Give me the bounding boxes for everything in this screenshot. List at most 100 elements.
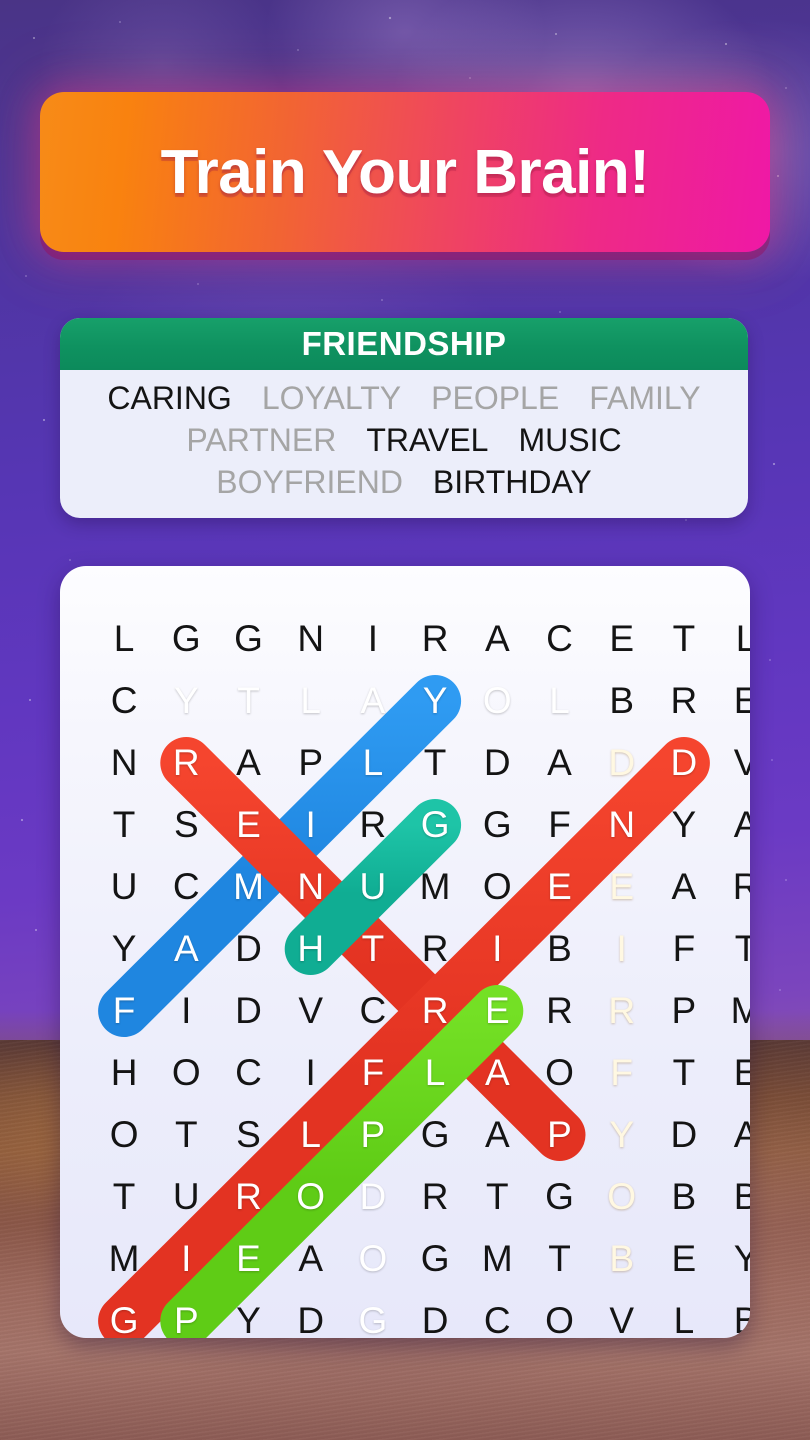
grid-cell-r5c7[interactable]: O <box>466 856 528 918</box>
grid-cell-r6c9[interactable]: I <box>591 918 653 980</box>
grid-cell-r9c1[interactable]: O <box>93 1104 155 1166</box>
grid-cell-r5c9[interactable]: E <box>591 856 653 918</box>
grid-cell-r4c1[interactable]: T <box>93 794 155 856</box>
grid-cell-r1c4[interactable]: N <box>280 608 342 670</box>
grid-cell-r5c2[interactable]: C <box>155 856 217 918</box>
grid-cell-r2c8[interactable]: L <box>529 670 591 732</box>
grid-cell-r9c10[interactable]: D <box>653 1104 715 1166</box>
grid-cell-r4c10[interactable]: Y <box>653 794 715 856</box>
grid-cell-r5c3[interactable]: M <box>218 856 280 918</box>
grid-cell-r7c2[interactable]: I <box>155 980 217 1042</box>
grid-cell-r7c6[interactable]: R <box>404 980 466 1042</box>
grid-cell-r6c3[interactable]: D <box>218 918 280 980</box>
grid-cell-r7c3[interactable]: D <box>218 980 280 1042</box>
grid-cell-r1c3[interactable]: G <box>218 608 280 670</box>
grid-cell-r6c5[interactable]: T <box>342 918 404 980</box>
grid-cell-r9c11[interactable]: A <box>715 1104 750 1166</box>
grid-cell-r2c6[interactable]: Y <box>404 670 466 732</box>
grid-cell-r11c10[interactable]: E <box>653 1228 715 1290</box>
grid-cell-r8c5[interactable]: F <box>342 1042 404 1104</box>
grid-cell-r9c7[interactable]: A <box>466 1104 528 1166</box>
grid-cell-r12c10[interactable]: L <box>653 1290 715 1338</box>
grid-cell-r11c9[interactable]: B <box>591 1228 653 1290</box>
grid-cell-r6c2[interactable]: A <box>155 918 217 980</box>
grid-cell-r4c9[interactable]: N <box>591 794 653 856</box>
grid-cell-r12c4[interactable]: D <box>280 1290 342 1338</box>
grid-cell-r10c4[interactable]: O <box>280 1166 342 1228</box>
grid-cell-r9c6[interactable]: G <box>404 1104 466 1166</box>
word-search-grid-card[interactable]: LGGNIRACETLCYTLAYOLBRENRAPLTDADDVTSEIRGG… <box>60 566 750 1338</box>
grid-cell-r7c5[interactable]: C <box>342 980 404 1042</box>
grid-cell-r8c1[interactable]: H <box>93 1042 155 1104</box>
grid-cell-r3c6[interactable]: T <box>404 732 466 794</box>
grid-cell-r11c1[interactable]: M <box>93 1228 155 1290</box>
grid-cell-r10c6[interactable]: R <box>404 1166 466 1228</box>
grid-cell-r9c8[interactable]: P <box>529 1104 591 1166</box>
grid-cell-r10c3[interactable]: R <box>218 1166 280 1228</box>
grid-cell-r6c10[interactable]: F <box>653 918 715 980</box>
grid-cell-r10c11[interactable]: B <box>715 1166 750 1228</box>
grid-cell-r8c3[interactable]: C <box>218 1042 280 1104</box>
grid-cell-r7c9[interactable]: R <box>591 980 653 1042</box>
grid-cell-r11c4[interactable]: A <box>280 1228 342 1290</box>
grid-cell-r4c3[interactable]: E <box>218 794 280 856</box>
grid-cell-r6c7[interactable]: I <box>466 918 528 980</box>
grid-cell-r8c9[interactable]: F <box>591 1042 653 1104</box>
grid-cell-r3c3[interactable]: A <box>218 732 280 794</box>
grid-cell-r8c7[interactable]: A <box>466 1042 528 1104</box>
grid-cell-r4c11[interactable]: A <box>715 794 750 856</box>
grid-cell-r11c11[interactable]: Y <box>715 1228 750 1290</box>
grid-cell-r2c11[interactable]: E <box>715 670 750 732</box>
grid-cell-r3c10[interactable]: D <box>653 732 715 794</box>
grid-cell-r5c4[interactable]: N <box>280 856 342 918</box>
grid-cell-r3c9[interactable]: D <box>591 732 653 794</box>
grid-cell-r5c10[interactable]: A <box>653 856 715 918</box>
grid-cell-r10c1[interactable]: T <box>93 1166 155 1228</box>
grid-cell-r1c11[interactable]: L <box>715 608 750 670</box>
grid-cell-r4c4[interactable]: I <box>280 794 342 856</box>
grid-cell-r8c2[interactable]: O <box>155 1042 217 1104</box>
grid-cell-r4c5[interactable]: R <box>342 794 404 856</box>
grid-cell-r2c1[interactable]: C <box>93 670 155 732</box>
grid-cell-r6c11[interactable]: T <box>715 918 750 980</box>
grid-cell-r3c8[interactable]: A <box>529 732 591 794</box>
grid-cell-r11c6[interactable]: G <box>404 1228 466 1290</box>
grid-cell-r2c4[interactable]: L <box>280 670 342 732</box>
grid-cell-r8c11[interactable]: E <box>715 1042 750 1104</box>
grid-cell-r12c1[interactable]: G <box>93 1290 155 1338</box>
grid-cell-r9c2[interactable]: T <box>155 1104 217 1166</box>
grid-cell-r9c9[interactable]: Y <box>591 1104 653 1166</box>
grid-cell-r11c3[interactable]: E <box>218 1228 280 1290</box>
grid-cell-r9c3[interactable]: S <box>218 1104 280 1166</box>
grid-cell-r11c7[interactable]: M <box>466 1228 528 1290</box>
grid-cell-r2c7[interactable]: O <box>466 670 528 732</box>
grid-cell-r2c5[interactable]: A <box>342 670 404 732</box>
grid-cell-r6c6[interactable]: R <box>404 918 466 980</box>
grid-cell-r11c8[interactable]: T <box>529 1228 591 1290</box>
grid-cell-r7c1[interactable]: F <box>93 980 155 1042</box>
grid-cell-r12c8[interactable]: O <box>529 1290 591 1338</box>
grid-cell-r9c4[interactable]: L <box>280 1104 342 1166</box>
grid-cell-r8c8[interactable]: O <box>529 1042 591 1104</box>
grid-cell-r12c2[interactable]: P <box>155 1290 217 1338</box>
grid-cell-r1c9[interactable]: E <box>591 608 653 670</box>
grid-cell-r2c9[interactable]: B <box>591 670 653 732</box>
grid-cell-r7c10[interactable]: P <box>653 980 715 1042</box>
grid-cell-r7c11[interactable]: M <box>715 980 750 1042</box>
grid-cell-r10c7[interactable]: T <box>466 1166 528 1228</box>
grid-cell-r11c2[interactable]: I <box>155 1228 217 1290</box>
grid-cell-r12c3[interactable]: Y <box>218 1290 280 1338</box>
grid-cell-r1c6[interactable]: R <box>404 608 466 670</box>
grid-cell-r4c8[interactable]: F <box>529 794 591 856</box>
grid-cell-r7c8[interactable]: R <box>529 980 591 1042</box>
grid-cell-r4c2[interactable]: S <box>155 794 217 856</box>
grid-cell-r1c2[interactable]: G <box>155 608 217 670</box>
grid-cell-r6c8[interactable]: B <box>529 918 591 980</box>
grid-cell-r12c7[interactable]: C <box>466 1290 528 1338</box>
grid-cell-r12c9[interactable]: V <box>591 1290 653 1338</box>
grid-cell-r7c7[interactable]: E <box>466 980 528 1042</box>
grid-letters[interactable]: LGGNIRACETLCYTLAYOLBRENRAPLTDADDVTSEIRGG… <box>60 566 750 1338</box>
grid-cell-r1c7[interactable]: A <box>466 608 528 670</box>
grid-cell-r3c7[interactable]: D <box>466 732 528 794</box>
grid-cell-r10c2[interactable]: U <box>155 1166 217 1228</box>
